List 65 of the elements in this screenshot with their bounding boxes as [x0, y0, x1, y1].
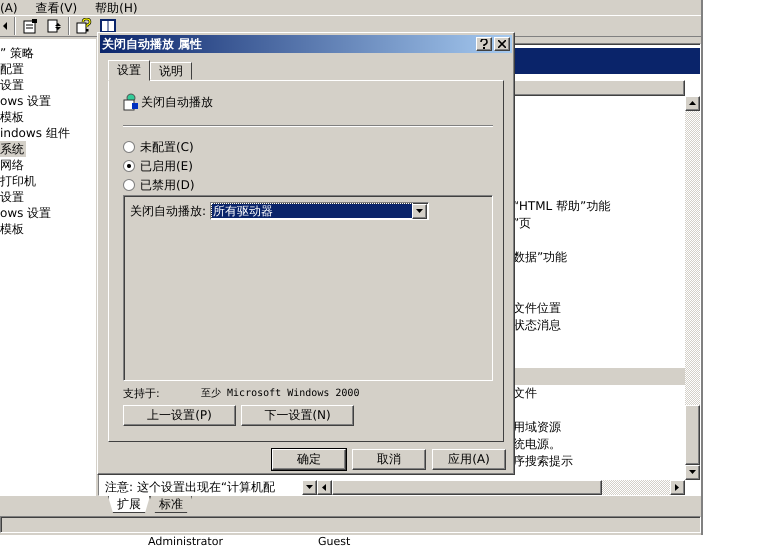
tree-item[interactable]: 打印机: [0, 173, 38, 189]
down-arrow-icon: [416, 209, 424, 214]
tree-item[interactable]: 模板: [0, 221, 26, 237]
scroll-left-button[interactable]: [317, 480, 332, 495]
scroll-thumb[interactable]: [685, 405, 700, 465]
supported-label: 支持于:: [123, 386, 161, 400]
menu-item[interactable]: (A): [0, 0, 18, 14]
dialog-tab[interactable]: 设置: [108, 60, 150, 81]
menu-item[interactable]: 帮助(H): [95, 0, 138, 14]
dropdown-button[interactable]: [412, 204, 428, 219]
back-arrow-icon[interactable]: [1, 20, 9, 32]
help-button[interactable]: [476, 37, 492, 51]
drive-dropdown[interactable]: 所有驱动器: [210, 202, 430, 220]
user-name: Administrator: [148, 535, 223, 548]
dialog-tab[interactable]: 说明: [150, 62, 192, 80]
dialog-button[interactable]: 应用(A): [432, 449, 506, 470]
radio-button[interactable]: [123, 179, 135, 191]
tree-item[interactable]: 系统: [0, 141, 26, 157]
scroll-down-button[interactable]: [685, 465, 700, 480]
tree-item[interactable]: 模板: [0, 109, 26, 125]
dialog-button[interactable]: 确定: [272, 449, 346, 470]
radio-option[interactable]: 已禁用(D): [123, 177, 493, 193]
close-icon: [498, 40, 506, 48]
down-arrow-icon: [306, 485, 313, 490]
radio-label: 已启用(E): [140, 158, 193, 174]
supported-value: 至少 Microsoft Windows 2000: [201, 386, 360, 400]
right-arrow-icon: [675, 484, 680, 491]
setting-label: 关闭自动播放:: [130, 202, 206, 220]
left-arrow-icon: [322, 484, 327, 491]
nav-button[interactable]: 下一设置(N): [241, 405, 354, 426]
down-arrow-icon: [689, 470, 696, 475]
radio-option[interactable]: 已启用(E): [123, 158, 493, 174]
scroll-thumb[interactable]: [332, 480, 602, 495]
view-tab[interactable]: 扩展: [108, 496, 150, 513]
dialog-title: 关闭自动播放 属性: [102, 36, 204, 52]
view-tab[interactable]: 标准: [150, 496, 192, 513]
radio-label: 已禁用(D): [140, 176, 195, 194]
close-button[interactable]: [494, 37, 510, 51]
user-name: Guest: [318, 535, 350, 548]
tree-item[interactable]: ows 设置: [0, 93, 54, 109]
policy-icon: [123, 93, 139, 111]
description-text: 注意: 这个设置出现在“计算机配: [105, 480, 276, 495]
horizontal-scrollbar[interactable]: [317, 480, 685, 495]
tree-item[interactable]: ows 设置: [0, 205, 54, 221]
menu-item[interactable]: 查看(V): [36, 0, 78, 14]
question-mark-icon: [480, 39, 488, 49]
dialog-button[interactable]: 取消: [352, 449, 426, 470]
radio-label: 未配置(C): [140, 138, 194, 156]
nav-button[interactable]: 上一设置(P): [123, 405, 236, 426]
scroll-up-button[interactable]: [685, 96, 700, 111]
vertical-scrollbar[interactable]: [685, 96, 700, 480]
policy-name: 关闭自动播放: [141, 94, 213, 111]
tree-item[interactable]: 设置: [0, 189, 26, 205]
tree-item[interactable]: ” 策略: [0, 45, 36, 61]
up-arrow-icon: [689, 101, 696, 106]
scroll-right-button[interactable]: [670, 480, 685, 495]
radio-button[interactable]: [123, 160, 135, 172]
tree-item[interactable]: indows 组件: [0, 125, 72, 141]
radio-option[interactable]: 未配置(C): [123, 139, 493, 155]
tree-item[interactable]: 配置: [0, 61, 26, 77]
tree-item[interactable]: 设置: [0, 77, 26, 93]
help-icon[interactable]: [74, 16, 94, 36]
scroll-down-button[interactable]: [302, 480, 317, 495]
radio-button[interactable]: [123, 141, 135, 153]
tree-item[interactable]: 网络: [0, 157, 26, 173]
